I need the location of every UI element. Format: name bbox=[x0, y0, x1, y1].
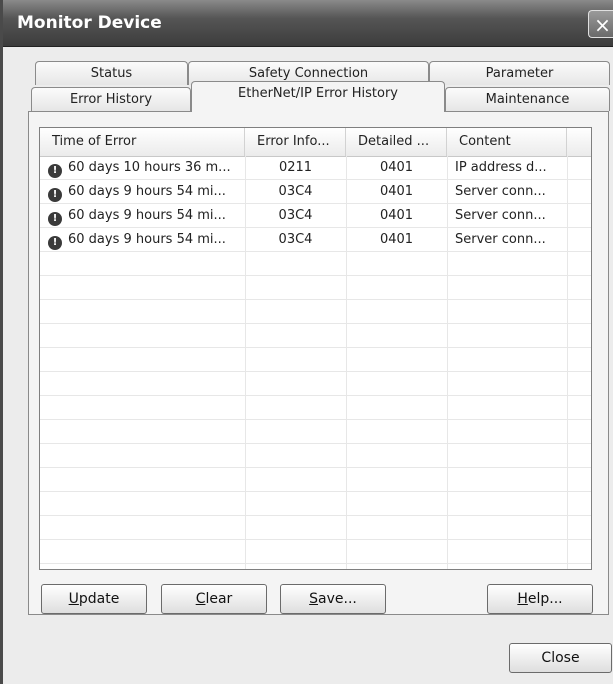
error-history-list[interactable]: Time of Error Error Info... Detailed ...… bbox=[39, 127, 592, 570]
table-row[interactable]: ! 60 days 9 hours 54 mi... 03C4 0401 Server … bbox=[40, 204, 591, 228]
cell-detail: 0401 bbox=[346, 204, 447, 228]
cell-info: 0211 bbox=[245, 156, 346, 180]
close-window-button[interactable]: × bbox=[588, 10, 613, 38]
table-row[interactable]: ! 60 days 9 hours 54 mi... 03C4 0401 Server … bbox=[40, 228, 591, 252]
cell-info: 03C4 bbox=[245, 204, 346, 228]
empty-row bbox=[40, 444, 591, 468]
save-button[interactable]: Save... bbox=[280, 584, 386, 614]
clear-hotkey: C bbox=[195, 591, 206, 607]
error-icon: ! bbox=[48, 188, 62, 202]
cell-text: 0401 bbox=[379, 160, 414, 175]
error-icon: ! bbox=[48, 164, 62, 178]
cell-info: 03C4 bbox=[245, 180, 346, 204]
clear-label: lear bbox=[205, 591, 233, 607]
empty-row bbox=[40, 276, 591, 300]
tab-error-history[interactable]: Error History bbox=[31, 87, 191, 111]
cell-time: ! 60 days 9 hours 54 mi... bbox=[48, 228, 245, 252]
tab-ethernet-ip-error-history[interactable]: EtherNet/IP Error History bbox=[191, 81, 445, 112]
cell-text: 0401 bbox=[379, 184, 414, 199]
cell-content: Server conn... bbox=[447, 204, 567, 228]
help-button[interactable]: Help... bbox=[487, 584, 593, 614]
cell-text: 60 days 10 hours 36 m... bbox=[68, 160, 231, 175]
empty-row bbox=[40, 468, 591, 492]
cell-text: 60 days 9 hours 54 mi... bbox=[68, 184, 226, 199]
cell-text: Server conn... bbox=[455, 184, 546, 199]
empty-row bbox=[40, 540, 591, 564]
cell-info: 03C4 bbox=[245, 228, 346, 252]
cell-text: 0401 bbox=[379, 232, 414, 247]
cell-text: 03C4 bbox=[278, 232, 313, 247]
column-header-error-info[interactable]: Error Info... bbox=[245, 128, 346, 156]
cell-text: Server conn... bbox=[455, 232, 546, 247]
title-bar[interactable]: Monitor Device × bbox=[3, 0, 613, 47]
error-icon: ! bbox=[48, 236, 62, 250]
cell-text: 60 days 9 hours 54 mi... bbox=[68, 208, 226, 223]
empty-row bbox=[40, 516, 591, 540]
empty-row bbox=[40, 324, 591, 348]
close-button[interactable]: Close bbox=[509, 643, 612, 673]
cell-content: Server conn... bbox=[447, 180, 567, 204]
tab-maintenance[interactable]: Maintenance bbox=[445, 87, 610, 111]
cell-content: Server conn... bbox=[447, 228, 567, 252]
empty-row bbox=[40, 372, 591, 396]
update-hotkey: U bbox=[68, 591, 79, 607]
empty-row bbox=[40, 348, 591, 372]
help-label: elp... bbox=[527, 591, 563, 607]
list-header: Time of Error Error Info... Detailed ...… bbox=[40, 128, 591, 157]
cell-time: ! 60 days 9 hours 54 mi... bbox=[48, 204, 245, 228]
empty-row bbox=[40, 420, 591, 444]
error-icon: ! bbox=[48, 212, 62, 226]
empty-row bbox=[40, 396, 591, 420]
save-label: ave... bbox=[318, 591, 357, 607]
column-header-content[interactable]: Content bbox=[447, 128, 567, 156]
column-header-detailed[interactable]: Detailed ... bbox=[346, 128, 447, 156]
monitor-device-dialog: Monitor Device × Status Safety Connectio… bbox=[0, 0, 613, 684]
update-label: pdate bbox=[78, 591, 120, 607]
cell-text: 03C4 bbox=[278, 208, 313, 223]
clear-button[interactable]: Clear bbox=[161, 584, 267, 614]
cell-text: 03C4 bbox=[278, 184, 313, 199]
cell-detail: 0401 bbox=[346, 180, 447, 204]
empty-row bbox=[40, 300, 591, 324]
table-row[interactable]: ! 60 days 10 hours 36 m... 0211 0401 IP addr… bbox=[40, 156, 591, 180]
cell-time: ! 60 days 9 hours 54 mi... bbox=[48, 180, 245, 204]
help-hotkey: H bbox=[517, 591, 528, 607]
cell-detail: 0401 bbox=[346, 228, 447, 252]
cell-time: ! 60 days 10 hours 36 m... bbox=[48, 156, 245, 180]
cell-text: 0401 bbox=[379, 208, 414, 223]
column-header-time[interactable]: Time of Error bbox=[40, 128, 245, 156]
tab-status[interactable]: Status bbox=[35, 61, 188, 85]
tab-parameter[interactable]: Parameter bbox=[429, 61, 610, 85]
cell-text: IP address d... bbox=[455, 160, 547, 175]
table-row[interactable]: ! 60 days 9 hours 54 mi... 03C4 0401 Server … bbox=[40, 180, 591, 204]
window-title: Monitor Device bbox=[17, 13, 162, 33]
empty-row bbox=[40, 492, 591, 516]
update-button[interactable]: Update bbox=[41, 584, 147, 614]
cell-text: 0211 bbox=[278, 160, 313, 175]
cell-detail: 0401 bbox=[346, 156, 447, 180]
cell-text: 60 days 9 hours 54 mi... bbox=[68, 232, 226, 247]
cell-text: Server conn... bbox=[455, 208, 546, 223]
save-hotkey: S bbox=[309, 591, 319, 607]
cell-content: IP address d... bbox=[447, 156, 567, 180]
empty-row bbox=[40, 252, 591, 276]
